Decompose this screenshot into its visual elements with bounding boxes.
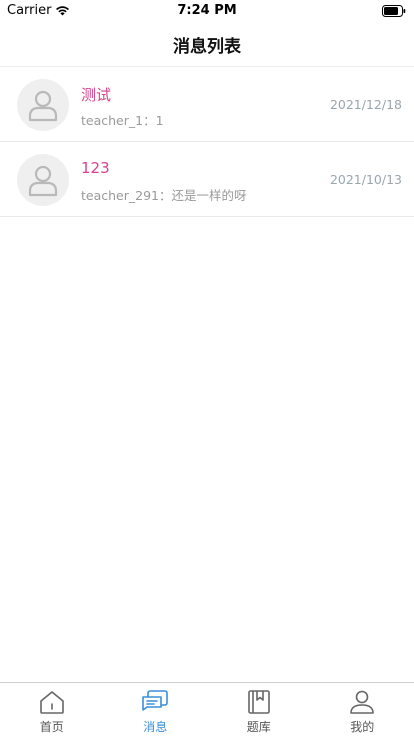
profile-icon [350, 690, 375, 714]
nav-bar: 消息列表 [0, 22, 414, 66]
battery-icon [382, 5, 406, 17]
carrier-indicator: Carrier [7, 3, 70, 18]
message-icon [142, 690, 169, 711]
tab-messages[interactable]: 消息 [104, 683, 208, 736]
message-title: 123 [81, 159, 110, 177]
wifi-icon [56, 6, 70, 16]
user-placeholder-icon [28, 90, 58, 122]
user-placeholder-icon [28, 165, 58, 197]
message-date: 2021/10/13 [329, 172, 402, 187]
tab-question-bank[interactable]: 题库 [207, 683, 311, 736]
message-date: 2021/12/18 [329, 97, 402, 112]
tab-home[interactable]: 首页 [0, 683, 104, 736]
tab-bar: 首页 消息 题库 我的 [0, 682, 414, 736]
home-icon [39, 691, 64, 714]
message-list: 测试 teacher_1：1 2021/12/18 123 teacher_29… [0, 66, 414, 217]
tab-profile[interactable]: 我的 [311, 683, 414, 736]
page-title: 消息列表 [173, 36, 241, 57]
avatar [17, 154, 69, 206]
book-icon [247, 690, 270, 714]
message-preview: teacher_291：还是一样的呀 [81, 188, 247, 203]
tab-label: 消息 [143, 720, 168, 734]
tab-label: 我的 [350, 720, 375, 734]
message-row[interactable]: 123 teacher_291：还是一样的呀 2021/10/13 [0, 142, 414, 217]
tab-label: 首页 [39, 720, 64, 734]
message-preview: teacher_1：1 [81, 113, 164, 128]
message-row[interactable]: 测试 teacher_1：1 2021/12/18 [0, 67, 414, 142]
status-bar: Carrier 7:24 PM [0, 0, 414, 22]
carrier-label: Carrier [7, 3, 52, 18]
message-title: 测试 [81, 86, 112, 104]
avatar [17, 79, 69, 131]
tab-label: 题库 [246, 720, 271, 734]
